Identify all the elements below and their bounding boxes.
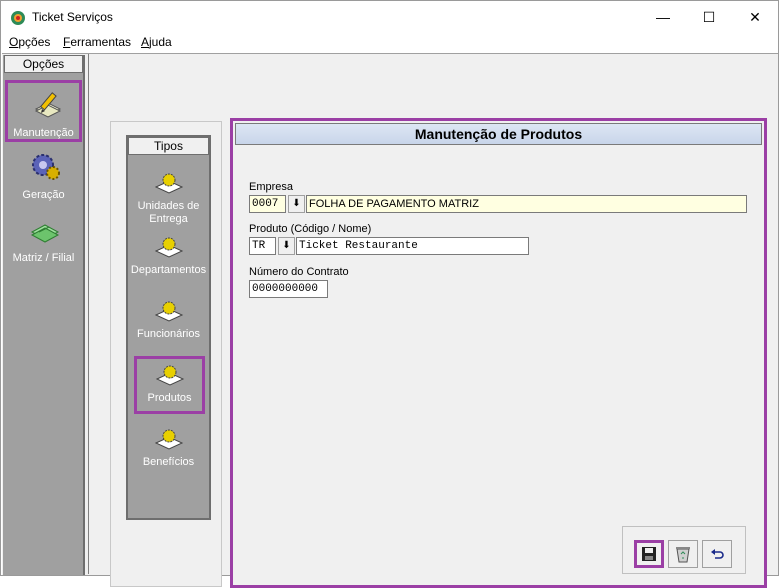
contrato-field[interactable]: 0000000000 bbox=[249, 280, 328, 298]
app-icon bbox=[11, 11, 25, 25]
panel-divider bbox=[88, 54, 89, 574]
menu-ajuda-mnemonic: A bbox=[141, 35, 150, 49]
form-title: Manutenção de Produtos bbox=[235, 123, 762, 145]
window-title: Ticket Serviços bbox=[32, 10, 113, 24]
nav-item-label: Geração bbox=[22, 189, 65, 201]
tipo-item-departamentos[interactable]: Departamentos bbox=[130, 235, 207, 277]
title-bar: Ticket Serviços — ☐ ✕ bbox=[1, 1, 778, 33]
gear-document-icon bbox=[154, 429, 183, 450]
contrato-label: Número do Contrato bbox=[249, 266, 349, 278]
menu-opcoes[interactable]: Opções bbox=[9, 35, 50, 49]
nav-item-manutencao[interactable]: Manutenção bbox=[5, 80, 82, 142]
produto-code-field[interactable]: TR bbox=[249, 237, 276, 255]
options-header: Opções bbox=[4, 55, 83, 73]
tipos-panel: Tipos Unidades de Entrega Departamentos … bbox=[126, 135, 211, 520]
produto-label: Produto (Código / Nome) bbox=[249, 223, 372, 235]
save-button[interactable] bbox=[634, 540, 664, 568]
nav-item-geracao[interactable]: Geração bbox=[5, 145, 82, 207]
delete-button[interactable] bbox=[668, 540, 698, 568]
produto-lookup-button[interactable]: ⬇ bbox=[278, 237, 295, 255]
product-form: Manutenção de Produtos Empresa 0007 ⬇ FO… bbox=[230, 118, 767, 588]
maximize-button[interactable]: ☐ bbox=[686, 1, 732, 33]
save-icon bbox=[642, 547, 656, 561]
tipo-item-label: Funcionários bbox=[137, 328, 200, 340]
tipo-item-funcionarios[interactable]: Funcionários bbox=[130, 299, 207, 341]
menu-opcoes-label: pções bbox=[18, 35, 51, 49]
empresa-label: Empresa bbox=[249, 181, 294, 193]
tipo-item-label: Departamentos bbox=[130, 264, 207, 276]
tipos-header: Tipos bbox=[128, 137, 209, 155]
minimize-button[interactable]: — bbox=[640, 1, 686, 33]
close-button[interactable]: ✕ bbox=[732, 1, 778, 33]
gear-document-icon bbox=[154, 301, 183, 322]
client-area: Opções Manutenção Geração Matriz / Filia… bbox=[2, 53, 778, 588]
menu-ajuda-label: juda bbox=[149, 35, 172, 49]
download-arrow-icon: ⬇ bbox=[282, 240, 291, 251]
menu-ferramentas-label: erramentas bbox=[70, 35, 132, 49]
empresa-code-field[interactable]: 0007 bbox=[249, 195, 286, 213]
menu-opcoes-mnemonic: O bbox=[9, 35, 19, 49]
nav-item-label: Manutenção bbox=[13, 127, 74, 139]
gear-document-icon bbox=[154, 173, 183, 194]
nav-item-label: Matriz / Filial bbox=[12, 252, 75, 264]
gear-icon bbox=[32, 154, 60, 180]
nav-item-matriz-filial[interactable]: Matriz / Filial bbox=[5, 208, 82, 270]
menu-ajuda[interactable]: Ajuda bbox=[141, 35, 172, 49]
tipo-item-label: Produtos bbox=[147, 392, 192, 404]
green-pages-icon bbox=[30, 224, 60, 243]
app-window: Ticket Serviços — ☐ ✕ Opções Ferramentas… bbox=[0, 0, 779, 588]
gear-document-icon bbox=[155, 365, 184, 386]
empresa-lookup-button[interactable]: ⬇ bbox=[288, 195, 305, 213]
undo-button[interactable] bbox=[702, 540, 732, 568]
tipo-item-beneficios[interactable]: Benefícios bbox=[130, 427, 207, 469]
gear-document-icon bbox=[154, 237, 183, 258]
action-buttons bbox=[622, 526, 746, 574]
menu-ferramentas[interactable]: Ferramentas bbox=[63, 35, 131, 49]
produto-name-field[interactable]: Ticket Restaurante bbox=[296, 237, 529, 255]
recycle-bin-icon bbox=[676, 547, 690, 563]
menu-bar: Opções Ferramentas Ajuda bbox=[1, 33, 778, 53]
tipo-item-label: Benefícios bbox=[142, 456, 195, 468]
tipo-item-unidades[interactable]: Unidades de Entrega bbox=[130, 171, 207, 226]
options-panel: Opções Manutenção Geração Matriz / Filia… bbox=[3, 55, 85, 575]
tipos-group: Tipos Unidades de Entrega Departamentos … bbox=[110, 121, 222, 587]
pencil-paper-icon bbox=[34, 92, 62, 118]
tipo-item-label: Unidades de Entrega bbox=[137, 200, 200, 225]
undo-icon bbox=[711, 549, 724, 559]
empresa-name-field[interactable]: FOLHA DE PAGAMENTO MATRIZ bbox=[306, 195, 747, 213]
download-arrow-icon: ⬇ bbox=[292, 198, 301, 209]
tipo-item-produtos[interactable]: Produtos bbox=[134, 356, 205, 414]
